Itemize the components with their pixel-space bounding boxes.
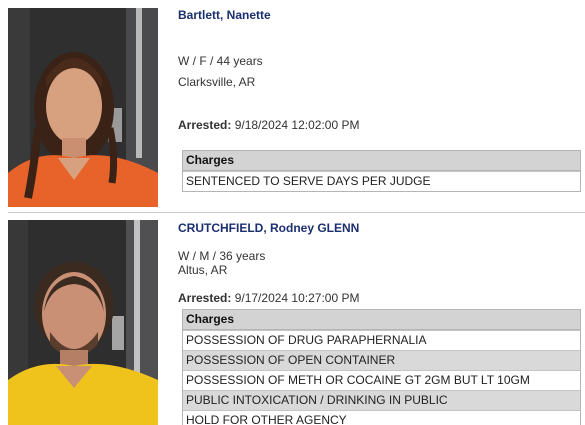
charge-row: HOLD FOR OTHER AGENCY [183,410,580,425]
arrested-datetime: 9/17/2024 10:27:00 PM [234,291,360,305]
inmate-name-link[interactable]: CRUTCHFIELD, Rodney GLENN [178,221,359,235]
mugshot-photo[interactable] [8,220,158,425]
charges-header: Charges [183,151,580,171]
inmate-roster: Bartlett, Nanette W / F / 44 years Clark… [0,0,585,425]
arrest-info: Arrested: 9/17/2024 10:27:00 PM [178,291,359,305]
charges-table: Charges SENTENCED TO SERVE DAYS PER JUDG… [182,150,581,192]
arrested-datetime: 9/18/2024 12:02:00 PM [234,118,360,132]
inmate-record: CRUTCHFIELD, Rodney GLENN W / M / 36 yea… [0,214,585,425]
charges-header: Charges [183,310,580,330]
inmate-location: Altus, AR [178,263,228,277]
record-divider [8,212,585,213]
mugshot-image [8,8,158,207]
arrested-label: Arrested: [178,291,232,305]
charge-row: PUBLIC INTOXICATION / DRINKING IN PUBLIC [183,390,580,410]
inmate-demographics: W / M / 36 years [178,249,266,263]
arrested-label: Arrested: [178,118,232,132]
charge-row: POSSESSION OF DRUG PARAPHERNALIA [183,330,580,350]
charge-row: SENTENCED TO SERVE DAYS PER JUDGE [183,171,580,191]
inmate-record: Bartlett, Nanette W / F / 44 years Clark… [0,0,585,213]
inmate-location: Clarksville, AR [178,75,256,89]
inmate-demographics: W / F / 44 years [178,54,263,68]
inmate-name-link[interactable]: Bartlett, Nanette [178,8,271,22]
charge-row: POSSESSION OF METH OR COCAINE GT 2GM BUT… [183,370,580,390]
mugshot-image [8,220,158,425]
charges-table: Charges POSSESSION OF DRUG PARAPHERNALIA… [182,309,581,425]
mugshot-photo[interactable] [8,8,158,207]
charge-row: POSSESSION OF OPEN CONTAINER [183,350,580,370]
arrest-info: Arrested: 9/18/2024 12:02:00 PM [178,118,359,132]
